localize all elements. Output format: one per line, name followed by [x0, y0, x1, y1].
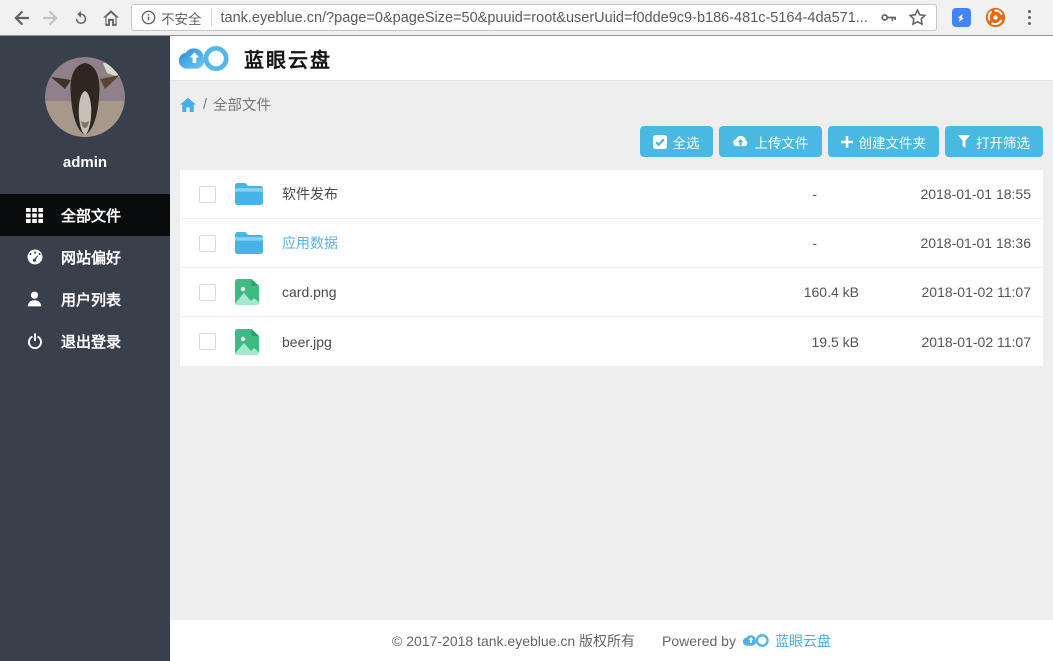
user-icon [25, 291, 44, 307]
sidebar-item-site-preferences[interactable]: 网站偏好 [0, 236, 170, 278]
image-file-icon [235, 329, 263, 355]
table-row[interactable]: 软件发布 - 2018-01-01 18:55 [180, 170, 1043, 219]
sidebar-item-label: 退出登录 [61, 331, 121, 352]
upload-file-button[interactable]: 上传文件 [719, 126, 822, 157]
table-row[interactable]: 应用数据 - 2018-01-01 18:36 [180, 219, 1043, 268]
address-bar[interactable]: 不安全 tank.eyeblue.cn/?page=0&pageSize=50&… [131, 4, 937, 31]
folder-icon [235, 232, 263, 254]
bookmark-star-icon[interactable] [908, 8, 927, 27]
grid-icon [25, 208, 44, 223]
file-date: 2018-01-02 11:07 [859, 334, 1031, 350]
filter-icon [958, 135, 970, 148]
button-label: 全选 [673, 132, 700, 152]
breadcrumb-separator: / [203, 97, 207, 113]
avatar[interactable] [45, 57, 125, 137]
powered-by: Powered by 蓝眼云盘 [662, 631, 831, 651]
row-checkbox[interactable] [199, 235, 216, 252]
forward-icon [42, 9, 60, 27]
file-date: 2018-01-02 11:07 [859, 284, 1031, 300]
power-icon [25, 333, 44, 349]
browser-toolbar: 不安全 tank.eyeblue.cn/?page=0&pageSize=50&… [0, 0, 1053, 36]
back-icon [12, 9, 30, 27]
image-file-icon [235, 279, 263, 305]
app-logo-icon [179, 42, 231, 75]
powered-by-text: Powered by [662, 633, 736, 649]
create-folder-button[interactable]: 创建文件夹 [828, 126, 940, 157]
sidebar: admin 全部文件 网站偏好 [0, 36, 170, 661]
reload-button[interactable] [66, 3, 96, 33]
breadcrumb-home-icon[interactable] [180, 97, 196, 112]
button-label: 打开筛选 [976, 132, 1030, 152]
sidebar-item-label: 网站偏好 [61, 247, 121, 268]
username: admin [0, 154, 170, 171]
reload-icon [72, 9, 90, 27]
app-footer: © 2017-2018 tank.eyeblue.cn 版权所有 Powered… [170, 620, 1053, 661]
copyright-text: © 2017-2018 tank.eyeblue.cn 版权所有 [392, 631, 635, 651]
file-date: 2018-01-01 18:36 [859, 235, 1031, 251]
file-table: 软件发布 - 2018-01-01 18:55 应用数据 - 2018-01-0… [180, 170, 1043, 366]
key-icon[interactable] [879, 8, 898, 27]
button-label: 上传文件 [755, 132, 809, 152]
folder-icon [235, 183, 263, 205]
content-area: / 全部文件 全选 [170, 81, 1053, 620]
extension-blue-glyph [955, 12, 967, 24]
select-all-button[interactable]: 全选 [640, 126, 713, 157]
file-date: 2018-01-01 18:55 [859, 186, 1031, 202]
info-icon [141, 10, 156, 25]
table-row[interactable]: beer.jpg 19.5 kB 2018-01-02 11:07 [180, 317, 1043, 366]
extension-orange-icon[interactable] [985, 7, 1006, 28]
footer-logo-icon [743, 632, 770, 649]
check-square-icon [653, 135, 667, 149]
row-checkbox[interactable] [199, 333, 216, 350]
sidebar-item-logout[interactable]: 退出登录 [0, 320, 170, 362]
cloud-upload-icon [732, 135, 749, 148]
omnibox-divider [211, 9, 212, 26]
sidebar-item-all-files[interactable]: 全部文件 [0, 194, 170, 236]
extension-blue-icon[interactable] [952, 8, 971, 27]
file-size: - [747, 235, 859, 251]
breadcrumb-current: 全部文件 [213, 94, 271, 115]
brand-link[interactable]: 蓝眼云盘 [775, 631, 831, 651]
sidebar-nav: 全部文件 网站偏好 用户列表 [0, 194, 170, 362]
back-button[interactable] [6, 3, 36, 33]
home-button[interactable] [96, 3, 126, 33]
sidebar-item-user-list[interactable]: 用户列表 [0, 278, 170, 320]
file-name[interactable]: 软件发布 [282, 184, 747, 204]
breadcrumb: / 全部文件 [180, 94, 1043, 115]
url-text[interactable]: tank.eyeblue.cn/?page=0&pageSize=50&puui… [221, 10, 871, 26]
app-header: 蓝眼云盘 [170, 36, 1053, 81]
file-size: 160.4 kB [747, 284, 859, 300]
open-filter-button[interactable]: 打开筛选 [945, 126, 1043, 157]
plus-icon [841, 136, 853, 148]
browser-menu-icon[interactable] [1020, 6, 1040, 30]
row-checkbox[interactable] [199, 284, 216, 301]
security-label: 不安全 [161, 8, 202, 28]
app-title: 蓝眼云盘 [244, 44, 332, 73]
file-name[interactable]: 应用数据 [282, 233, 747, 253]
file-size: 19.5 kB [747, 334, 859, 350]
actions-row: 全选 上传文件 创建文件夹 [180, 126, 1043, 157]
home-icon [102, 9, 120, 27]
row-checkbox[interactable] [199, 186, 216, 203]
sidebar-item-label: 全部文件 [61, 205, 121, 226]
security-chip[interactable]: 不安全 [141, 8, 202, 28]
forward-button[interactable] [36, 3, 66, 33]
file-size: - [747, 186, 859, 202]
table-row[interactable]: card.png 160.4 kB 2018-01-02 11:07 [180, 268, 1043, 317]
button-label: 创建文件夹 [859, 132, 927, 152]
file-name[interactable]: card.png [282, 284, 747, 300]
file-name[interactable]: beer.jpg [282, 334, 747, 350]
sidebar-item-label: 用户列表 [61, 289, 121, 310]
dashboard-icon [25, 248, 44, 266]
